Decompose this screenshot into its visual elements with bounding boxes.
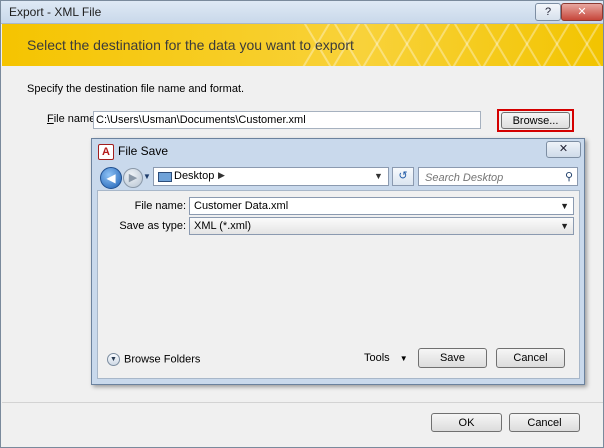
browse-folders-label: Browse Folders: [124, 353, 201, 366]
banner-text: Select the destination for the data you …: [27, 37, 354, 53]
save-type-dropdown-icon[interactable]: ▼: [560, 218, 569, 234]
file-save-cancel-button[interactable]: Cancel: [496, 348, 565, 368]
desktop-icon: [158, 172, 172, 182]
ok-button[interactable]: OK: [431, 413, 502, 432]
file-name-input[interactable]: C:\Users\Usman\Documents\Customer.xml: [93, 111, 481, 129]
footer-divider: [2, 402, 603, 403]
refresh-icon[interactable]: ↺: [392, 167, 414, 186]
save-file-name-label: File name:: [134, 200, 186, 212]
save-type-label: Save as type:: [119, 220, 186, 232]
title-bar: Export - XML File ? ✕: [1, 1, 603, 24]
back-arrow-icon[interactable]: ◀: [100, 167, 122, 189]
save-file-name-value: Customer Data.xml: [194, 200, 289, 212]
address-dropdown-icon[interactable]: ▼: [374, 171, 383, 181]
tools-menu[interactable]: Tools ▼: [364, 352, 408, 364]
header-banner: Select the destination for the data you …: [2, 24, 603, 66]
address-location[interactable]: Desktop: [174, 170, 214, 182]
save-type-select[interactable]: XML (*.xml) ▼: [189, 217, 574, 235]
search-box[interactable]: ⚲: [418, 167, 578, 186]
search-icon[interactable]: ⚲: [565, 170, 573, 183]
file-save-title: File Save: [118, 144, 169, 158]
breadcrumb-chevron-icon[interactable]: ▶: [218, 170, 225, 181]
file-save-close-button[interactable]: ✕: [546, 141, 581, 158]
tools-label: Tools: [364, 352, 390, 364]
expand-chevron-icon: ▼: [107, 353, 120, 366]
address-bar[interactable]: Desktop ▶ ▼: [153, 167, 389, 186]
forward-arrow-icon[interactable]: ▶: [123, 168, 143, 188]
tools-dropdown-icon: ▼: [399, 354, 408, 363]
file-save-dialog: A File Save ✕ ◀ ▶ ▼ Desktop ▶ ▼ ↺ ⚲ File…: [91, 138, 585, 385]
cancel-button[interactable]: Cancel: [509, 413, 580, 432]
file-name-label-accel: F: [47, 113, 54, 125]
recent-locations-dropdown-icon[interactable]: ▼: [143, 172, 151, 181]
save-type-value: XML (*.xml): [194, 220, 252, 232]
file-name-dropdown-icon[interactable]: ▼: [560, 198, 569, 214]
spec-text: Specify the destination file name and fo…: [27, 83, 245, 95]
window-title: Export - XML File: [9, 5, 102, 19]
save-button[interactable]: Save: [418, 348, 487, 368]
browse-folders-toggle[interactable]: ▼ Browse Folders: [107, 353, 200, 366]
export-xml-dialog: Export - XML File ? ✕ Select the destina…: [0, 0, 604, 448]
file-name-label: File name:: [47, 113, 98, 125]
file-name-label-rest: ile name:: [53, 113, 99, 125]
help-button[interactable]: ?: [535, 3, 561, 21]
browse-button[interactable]: Browse...: [501, 112, 570, 129]
search-input[interactable]: [423, 169, 557, 186]
file-save-panel: File name: Customer Data.xml ▼ Save as t…: [97, 190, 580, 379]
save-file-name-input[interactable]: Customer Data.xml ▼: [189, 197, 574, 215]
close-button[interactable]: ✕: [561, 3, 603, 21]
access-app-icon: A: [98, 144, 114, 160]
